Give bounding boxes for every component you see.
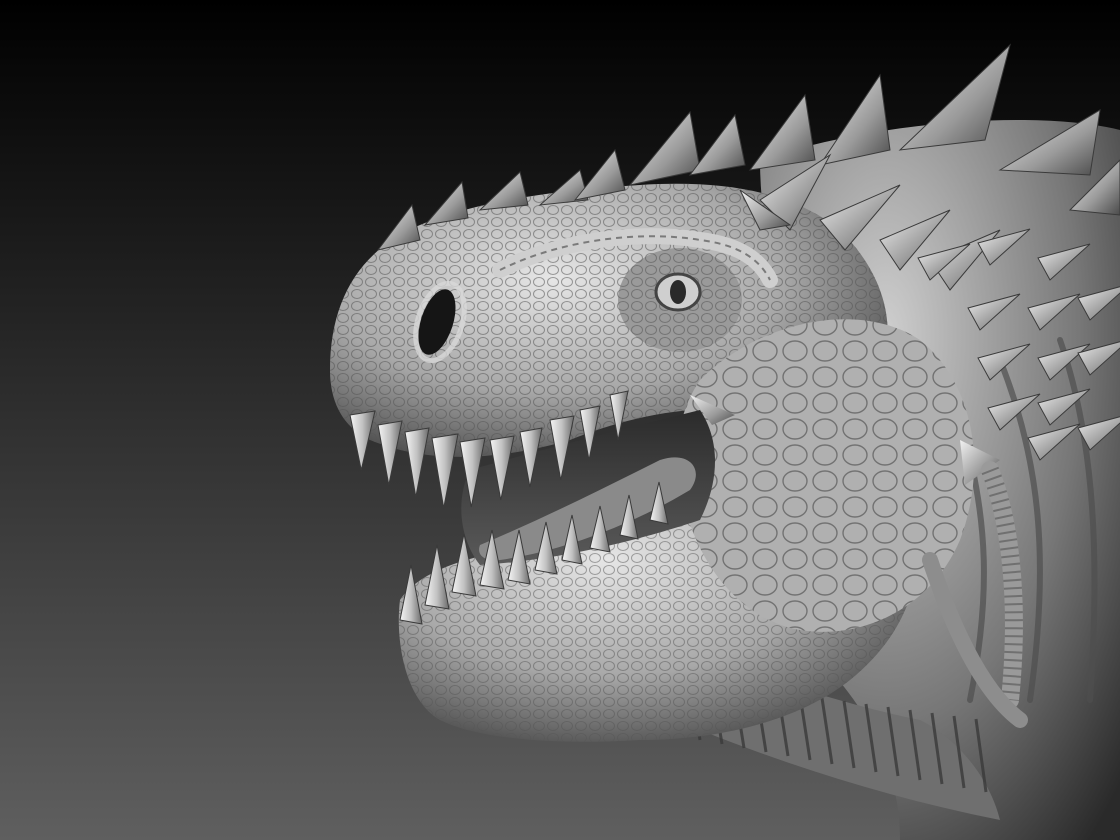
dinosaur-render: [0, 0, 1120, 840]
render-viewport: [0, 0, 1120, 840]
eye: [618, 248, 742, 352]
